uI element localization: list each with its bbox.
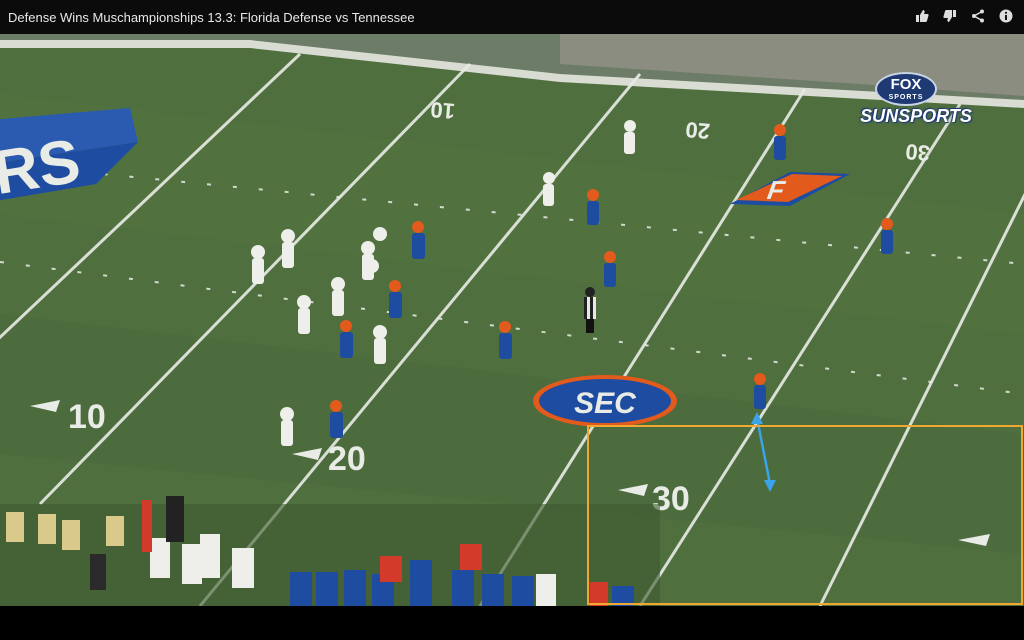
yard-number: 30 (904, 139, 931, 166)
yard-number: 20 (684, 117, 711, 144)
info-icon[interactable] (996, 6, 1016, 26)
share-icon[interactable] (968, 6, 988, 26)
svg-text:SEC: SEC (574, 387, 637, 420)
video-player[interactable]: RS F SEC 10 20 30 10 20 30 FOX SPORTS SU… (0, 34, 1024, 606)
fox-sun-sports-logo: FOX SPORTS SUNSPORTS (857, 72, 975, 132)
sec-midfield-logo: SEC (533, 375, 677, 427)
network-name: SUNSPORTS (860, 106, 972, 126)
fox-badge: FOX SPORTS (875, 72, 937, 106)
video-title-bar: Defense Wins Muschampionships 13.3: Flor… (0, 0, 1024, 34)
yard-number: 20 (328, 440, 366, 478)
dislike-icon[interactable] (940, 6, 960, 26)
highlight-box (587, 425, 1023, 605)
video-title: Defense Wins Muschampionships 13.3: Flor… (8, 9, 415, 25)
video-bottom-bar (0, 606, 1024, 640)
like-icon[interactable] (912, 6, 932, 26)
yard-number: 10 (68, 398, 106, 436)
sideline-crowd (0, 496, 660, 606)
endzone-text: RS (0, 126, 85, 208)
video-actions (912, 6, 1016, 26)
yard-number: 10 (429, 97, 456, 124)
